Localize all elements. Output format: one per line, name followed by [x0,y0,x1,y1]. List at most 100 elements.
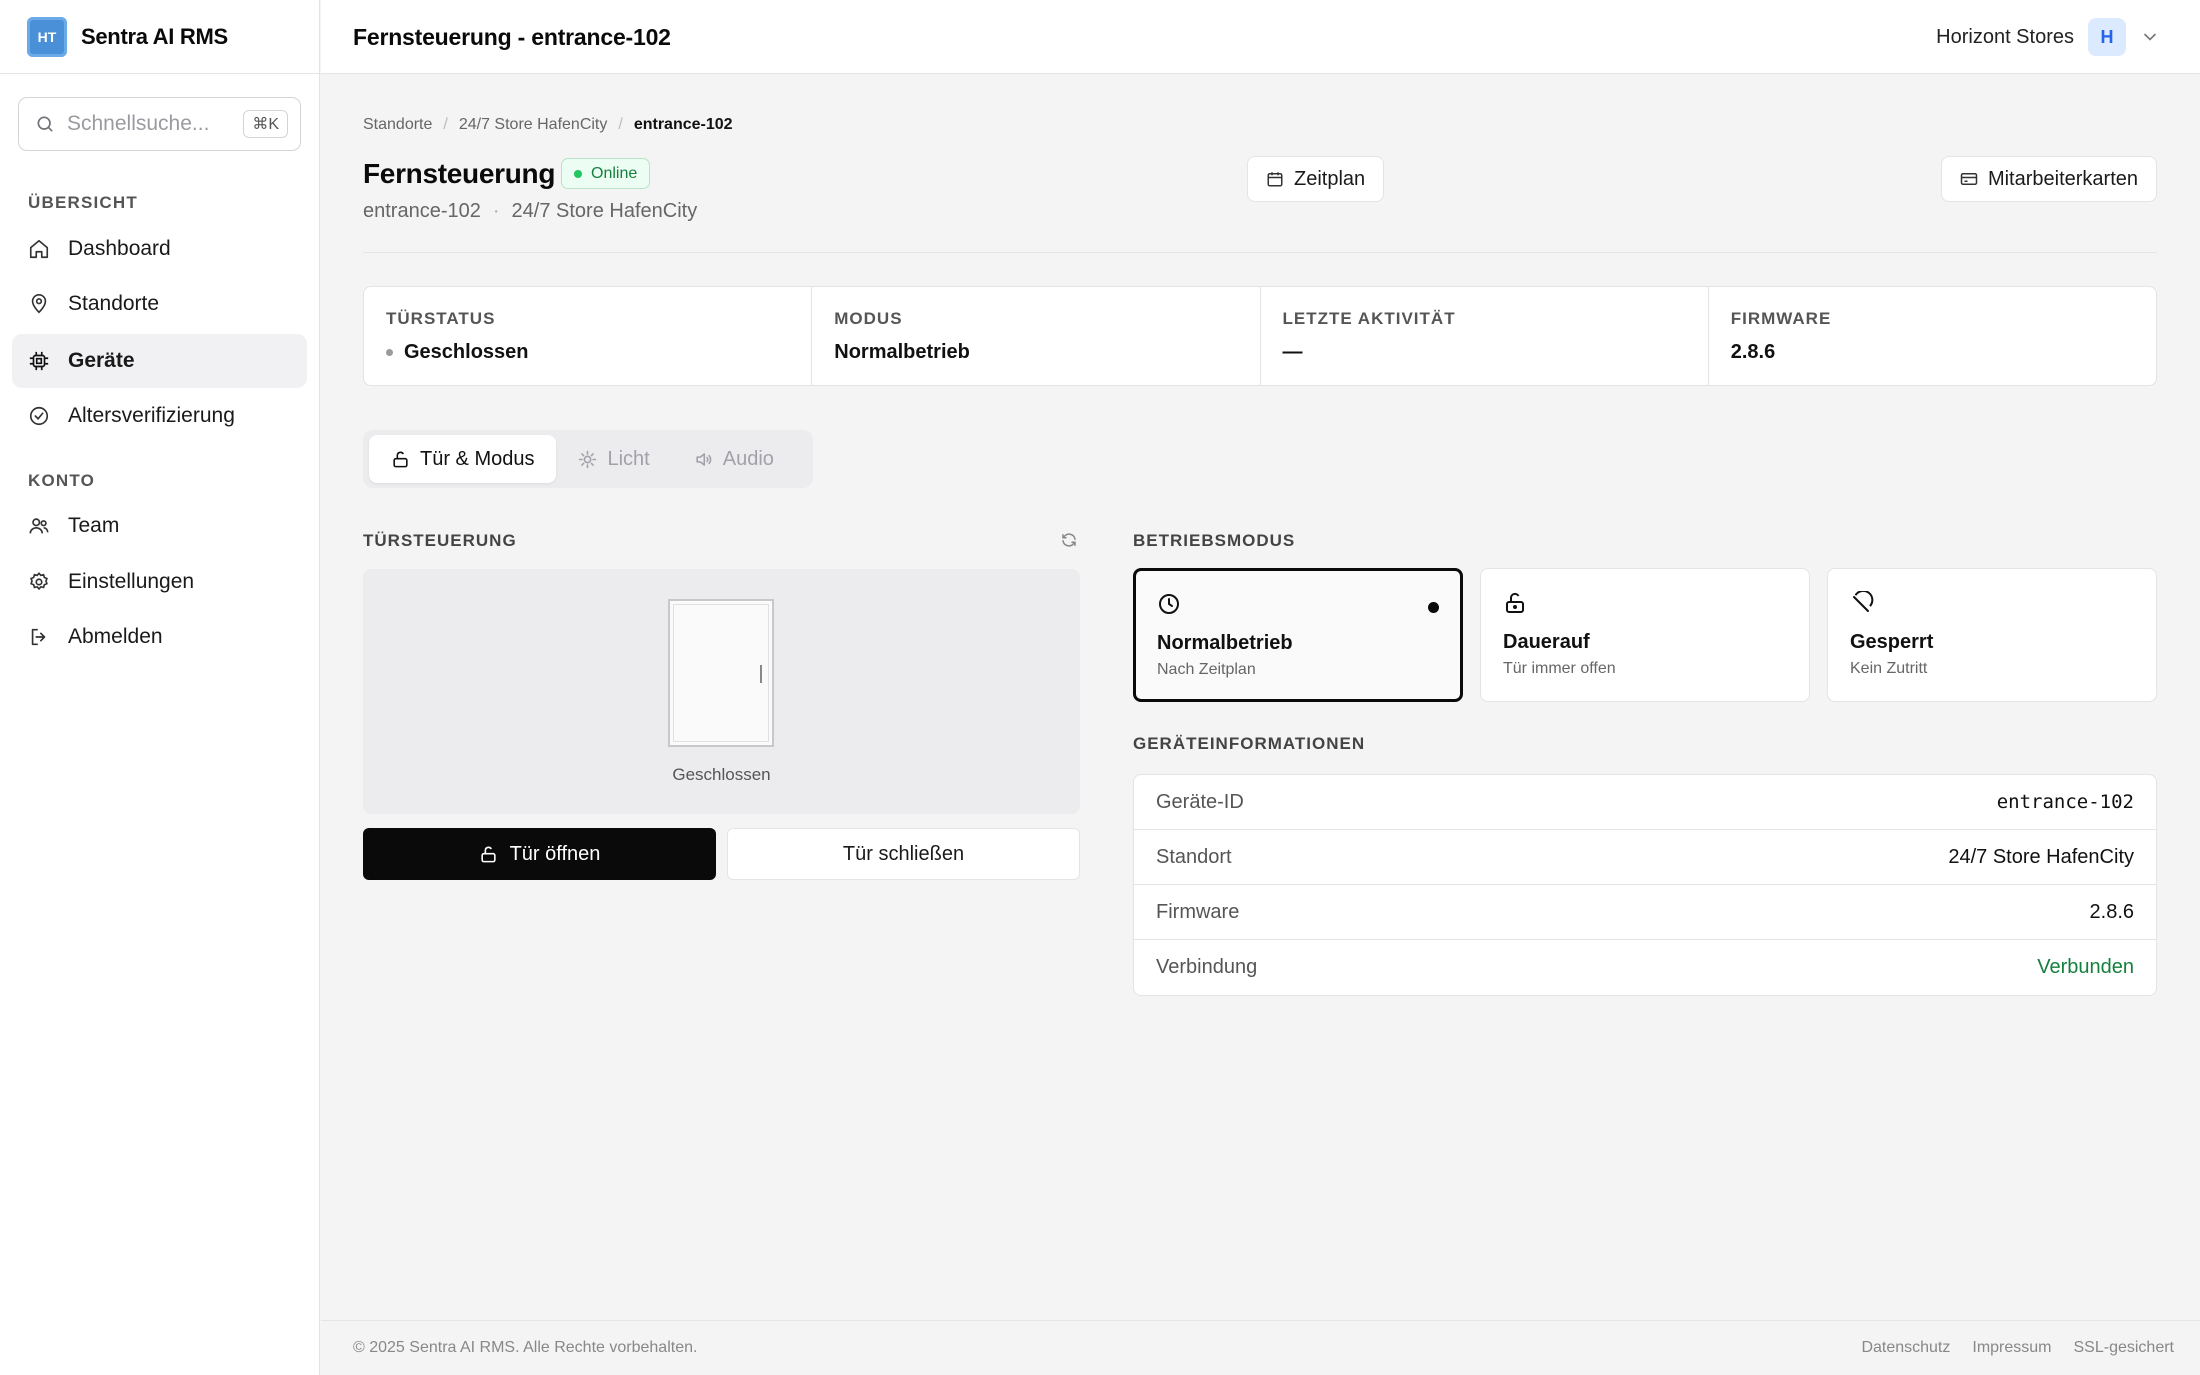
stat-value: Geschlossen [386,341,789,364]
status-summary: TÜRSTATUS Geschlossen MODUS Normalbetrie… [363,286,2157,386]
door-handle [760,665,762,683]
sidebar-item-abmelden[interactable]: Abmelden [12,610,307,664]
card-icon [1960,170,1978,188]
footer-link-privacy[interactable]: Datenschutz [1861,1339,1950,1357]
sidebar-item-label: Dashboard [68,237,171,260]
schedule-button[interactable]: Zeitplan [1247,156,1385,202]
info-key: Firmware [1156,900,1240,923]
app-logo[interactable]: HT [27,16,67,57]
calendar-icon [1266,170,1284,188]
breadcrumb-separator: / [443,116,448,133]
stat-label: FIRMWARE [1730,309,1832,328]
stat-label: LETZTE AKTIVITÄT [1282,309,1456,328]
org-switcher[interactable]: Horizont Stores H [1936,18,2160,56]
sidebar-item-dashboard[interactable]: Dashboard [12,222,307,276]
sidebar: HT Sentra AI RMS ⌘K ÜBERSICHT Dashboard … [0,0,320,1375]
selected-indicator [1428,602,1439,613]
clock-icon [1157,592,1439,616]
sidebar-item-label: Team [68,514,120,537]
search-icon [35,114,55,134]
app-name: Sentra AI RMS [81,23,228,49]
status-badge: Online [561,158,651,189]
info-key: Geräte-ID [1156,790,1244,813]
mode-card-permanent-open[interactable]: Dauerauf Tür immer offen [1480,568,1810,702]
stat-value: 2.8.6 [1730,341,1776,363]
bulb-icon [578,450,597,469]
stat-firmware: FIRMWARE 2.8.6 [1709,287,2156,385]
door-visual-panel: Geschlossen [363,569,1080,814]
lock-open-icon [391,450,410,469]
status-dot [574,169,582,178]
door-frame [673,604,769,742]
lock-open-icon [1503,591,1787,615]
door-control-heading: TÜRSTEUERUNG [363,531,517,550]
breadcrumb-item[interactable]: 24/7 Store HafenCity [459,116,608,134]
brand: HT Sentra AI RMS [0,0,319,74]
tab-light[interactable]: Licht [556,435,671,483]
mode-card-locked[interactable]: Gesperrt Kein Zutritt [1827,568,2157,702]
tab-bar: Tür & Modus Licht Audio [363,430,813,488]
header-divider [363,252,2157,253]
map-pin-icon [28,293,50,315]
nav-section-overview: ÜBERSICHT [28,193,138,212]
info-value: entrance-102 [1996,791,2134,813]
info-key: Verbindung [1156,956,1258,978]
footer-copyright: © 2025 Sentra AI RMS. Alle Rechte vorbeh… [353,1339,698,1356]
table-row: Geräte-ID entrance-102 [1134,775,2156,830]
door-illustration [668,599,774,747]
schedule-button-label: Zeitplan [1294,167,1366,190]
open-door-button[interactable]: Tür öffnen [363,828,716,880]
sidebar-item-label: Einstellungen [68,570,195,593]
breadcrumb-item[interactable]: Standorte [363,116,432,134]
tab-door-mode[interactable]: Tür & Modus [369,435,557,483]
avatar: H [2088,18,2126,56]
search-box[interactable]: ⌘K [18,97,301,151]
open-door-label: Tür öffnen [509,842,601,865]
info-value: 2.8.6 [2089,900,2134,923]
footer-link-imprint[interactable]: Impressum [1972,1339,2051,1357]
top-header: Fernsteuerung - entrance-102 Horizont St… [321,0,2200,74]
footer-ssl-note: SSL-gesichert [2073,1339,2175,1356]
home-icon [28,238,50,260]
page-subtitle: entrance-102 · 24/7 Store HafenCity [363,200,697,223]
mode-subtitle: Nach Zeitplan [1157,661,1256,678]
subtitle-separator: · [492,200,500,222]
mode-title: Gesperrt [1850,631,1934,653]
employee-cards-button[interactable]: Mitarbeiterkarten [1940,156,2157,202]
status-label: Online [591,164,638,182]
refresh-icon[interactable] [1060,531,1078,549]
sidebar-item-standorte[interactable]: Standorte [12,277,307,331]
mode-subtitle: Kein Zutritt [1850,660,1928,677]
sidebar-item-geraete[interactable]: Geräte [12,334,307,388]
chip-icon [28,350,50,372]
door-status-value: Geschlossen [404,341,529,363]
check-circle-icon [28,405,50,427]
info-value: 24/7 Store HafenCity [1948,845,2134,868]
search-input[interactable] [67,112,227,136]
employee-cards-button-label: Mitarbeiterkarten [1987,167,2138,190]
sidebar-item-label: Standorte [68,292,160,315]
breadcrumb-current: entrance-102 [633,116,733,133]
close-door-button[interactable]: Tür schließen [727,828,1080,880]
tab-audio[interactable]: Audio [672,435,796,483]
sidebar-item-label: Abmelden [68,625,163,648]
subtitle-device: entrance-102 [363,200,481,222]
sidebar-item-team[interactable]: Team [12,499,307,553]
mode-title: Normalbetrieb [1157,632,1293,654]
breadcrumb-separator: / [618,116,623,133]
footer-links: Datenschutz Impressum SSL-gesichert [1839,1339,2174,1357]
stat-value: — [1282,341,1303,363]
stat-value: Normalbetrieb [834,341,970,363]
mode-card-normal[interactable]: Normalbetrieb Nach Zeitplan [1133,568,1463,702]
sidebar-item-label: Altersverifizierung [68,404,235,427]
table-row: Firmware 2.8.6 [1134,885,2156,940]
sidebar-item-einstellungen[interactable]: Einstellungen [12,555,307,609]
table-row: Standort 24/7 Store HafenCity [1134,830,2156,885]
sidebar-item-altersverifizierung[interactable]: Altersverifizierung [12,389,307,443]
stat-label: MODUS [834,309,903,328]
header-title: Fernsteuerung - entrance-102 [353,24,671,50]
stat-last-activity: LETZTE AKTIVITÄT — [1261,287,1709,385]
operating-mode-heading: BETRIEBSMODUS [1133,531,1296,550]
tab-label: Audio [722,447,774,470]
breadcrumb: Standorte / 24/7 Store HafenCity / entra… [363,116,733,134]
